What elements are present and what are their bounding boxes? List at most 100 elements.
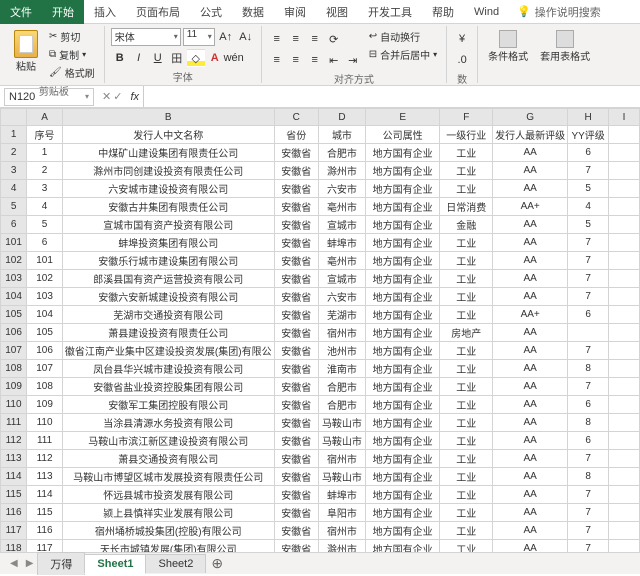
table-header-cell[interactable]: 一级行业 [440, 126, 493, 144]
table-header-cell[interactable]: 序号 [27, 126, 63, 144]
cell[interactable]: 109 [27, 396, 63, 414]
cell[interactable]: 宣城市国有资产投资有限公司 [62, 216, 274, 234]
cell[interactable] [568, 324, 609, 342]
cell[interactable]: 工业 [440, 360, 493, 378]
cell[interactable]: 当涂县清源水务投资有限公司 [62, 414, 274, 432]
cut-button[interactable]: ✂剪切 [46, 28, 98, 45]
col-header-C[interactable]: C [274, 109, 318, 126]
align-top-button[interactable]: ≡ [268, 30, 286, 48]
cell[interactable] [609, 288, 640, 306]
cell[interactable] [609, 432, 640, 450]
cell[interactable]: 安徽省 [274, 162, 318, 180]
cell[interactable] [609, 468, 640, 486]
cell[interactable]: AA [493, 360, 568, 378]
cell[interactable]: AA [493, 504, 568, 522]
cell[interactable]: 112 [27, 450, 63, 468]
cell[interactable]: 地方国有企业 [366, 396, 440, 414]
cell[interactable]: AA+ [493, 306, 568, 324]
cell[interactable]: 安徽省 [274, 216, 318, 234]
cell[interactable]: 宣城市 [318, 216, 365, 234]
cell[interactable]: 马鞍山市 [318, 414, 365, 432]
sheet-nav-next[interactable]: ▶ [22, 558, 38, 569]
tab-review[interactable]: 审阅 [274, 0, 316, 24]
cell[interactable]: 安徽省 [274, 180, 318, 198]
cell[interactable]: 地方国有企业 [366, 540, 440, 553]
cell[interactable]: 房地产 [440, 324, 493, 342]
tab-home[interactable]: 开始 [42, 0, 84, 24]
cell[interactable]: 114 [27, 486, 63, 504]
row-header[interactable]: 111 [1, 414, 27, 432]
cell[interactable]: 7 [568, 234, 609, 252]
cell[interactable] [609, 126, 640, 144]
cell[interactable] [609, 414, 640, 432]
cell[interactable]: 地方国有企业 [366, 306, 440, 324]
cell[interactable]: 安徽省 [274, 270, 318, 288]
cell[interactable]: 六安市 [318, 180, 365, 198]
orientation-button[interactable]: ⟳ [325, 30, 343, 48]
cell[interactable]: 地方国有企业 [366, 144, 440, 162]
cell[interactable]: 宣城市 [318, 270, 365, 288]
cell[interactable]: 工业 [440, 486, 493, 504]
cell[interactable] [609, 396, 640, 414]
cell[interactable]: 工业 [440, 540, 493, 553]
col-header-D[interactable]: D [318, 109, 365, 126]
cell[interactable]: 蚌埠市 [318, 234, 365, 252]
cell[interactable]: 地方国有企业 [366, 378, 440, 396]
cell[interactable]: 6 [27, 234, 63, 252]
shrink-font-button[interactable]: A↓ [237, 28, 255, 46]
cell[interactable]: 工业 [440, 450, 493, 468]
cell[interactable]: 地方国有企业 [366, 288, 440, 306]
cell[interactable]: AA [493, 216, 568, 234]
align-left-button[interactable]: ≡ [268, 51, 286, 69]
cell[interactable]: 安徽省 [274, 144, 318, 162]
cell[interactable] [609, 324, 640, 342]
row-header[interactable]: 110 [1, 396, 27, 414]
sheet-tab-sheet1[interactable]: Sheet1 [84, 554, 146, 574]
row-header[interactable]: 115 [1, 486, 27, 504]
row-header[interactable]: 105 [1, 306, 27, 324]
tell-me[interactable]: 💡 操作说明搜索 [517, 4, 601, 20]
cell[interactable]: 地方国有企业 [366, 198, 440, 216]
cell[interactable]: 地方国有企业 [366, 234, 440, 252]
row-header[interactable]: 4 [1, 180, 27, 198]
cell[interactable]: 淮南市 [318, 360, 365, 378]
cell[interactable]: AA [493, 540, 568, 553]
cell[interactable]: 安徽省 [274, 540, 318, 553]
cell[interactable]: 工业 [440, 270, 493, 288]
cell[interactable]: 5 [27, 216, 63, 234]
cell[interactable]: 工业 [440, 180, 493, 198]
sheet-tab-wande[interactable]: 万得 [37, 552, 85, 575]
cell[interactable]: 115 [27, 504, 63, 522]
cell[interactable]: AA [493, 144, 568, 162]
cell[interactable] [609, 216, 640, 234]
table-header-cell[interactable]: 发行人最新评级 [493, 126, 568, 144]
cell[interactable]: 六安市 [318, 288, 365, 306]
bold-button[interactable]: B [111, 49, 129, 67]
cell[interactable]: 工业 [440, 432, 493, 450]
cell[interactable]: 7 [568, 450, 609, 468]
cell[interactable]: AA [493, 180, 568, 198]
cell[interactable]: 8 [568, 414, 609, 432]
cell[interactable]: 安徽省 [274, 450, 318, 468]
cell[interactable]: 工业 [440, 504, 493, 522]
cell[interactable]: 滁州市同创建设投资有限责任公司 [62, 162, 274, 180]
row-header[interactable]: 112 [1, 432, 27, 450]
cell[interactable]: 7 [568, 252, 609, 270]
row-header[interactable]: 117 [1, 522, 27, 540]
cell[interactable]: AA [493, 378, 568, 396]
cell[interactable]: 8 [568, 468, 609, 486]
cell[interactable]: 地方国有企业 [366, 270, 440, 288]
cell[interactable] [609, 378, 640, 396]
cell[interactable]: 安徽古井集团有限责任公司 [62, 198, 274, 216]
cell[interactable]: 安徽乐行城市建设集团有限公司 [62, 252, 274, 270]
cell[interactable]: 地方国有企业 [366, 522, 440, 540]
row-header[interactable]: 3 [1, 162, 27, 180]
accept-formula-button[interactable]: ✓ [113, 90, 122, 103]
cell[interactable]: 工业 [440, 234, 493, 252]
cell[interactable]: 8 [568, 360, 609, 378]
tab-dev[interactable]: 开发工具 [358, 0, 422, 24]
cell[interactable]: 4 [568, 198, 609, 216]
cell[interactable]: 宿州埇桥城投集团(控股)有限公司 [62, 522, 274, 540]
cell[interactable]: 工业 [440, 306, 493, 324]
cell[interactable]: 地方国有企业 [366, 252, 440, 270]
